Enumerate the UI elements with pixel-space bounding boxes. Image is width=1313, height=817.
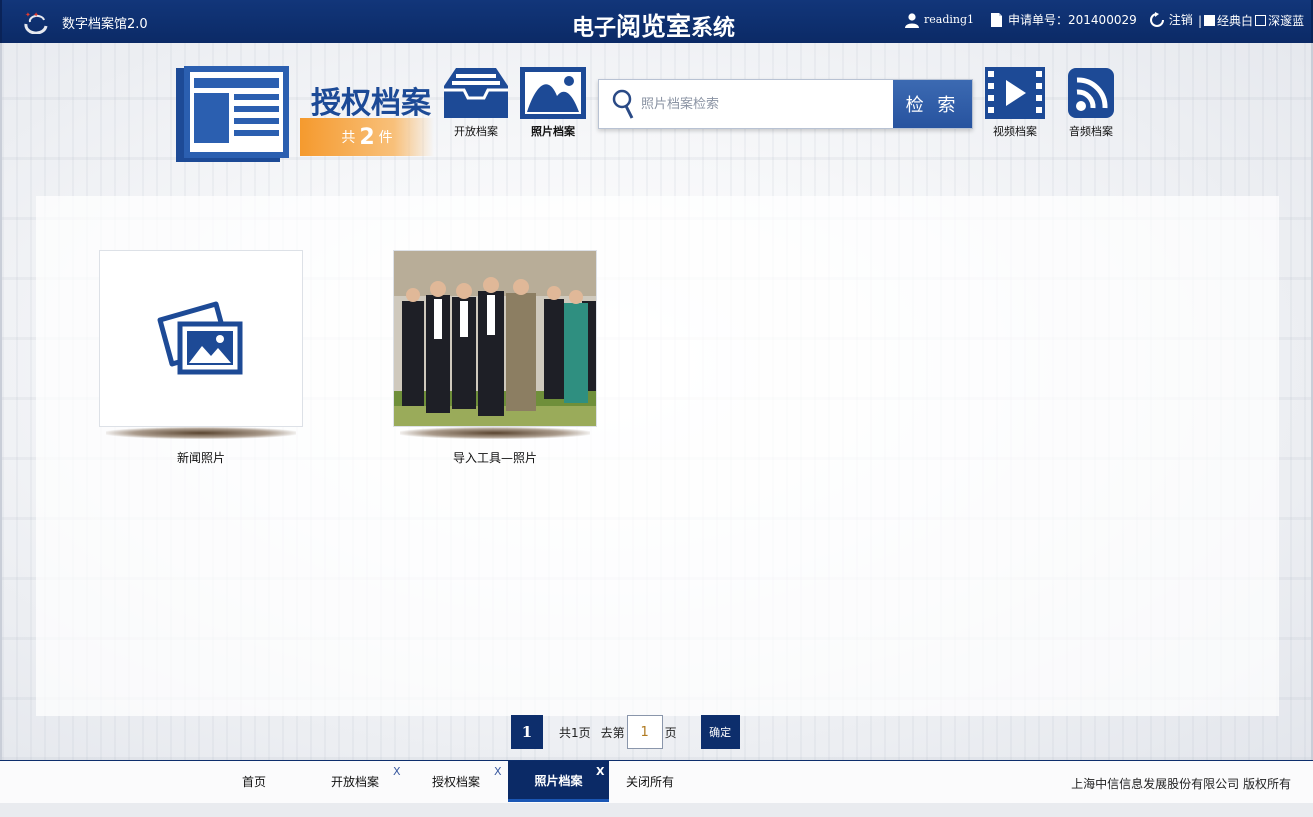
current-page-button[interactable]: 1 xyxy=(511,715,543,749)
card-thumbnail xyxy=(99,250,303,427)
archive-card[interactable]: 导入工具—照片 xyxy=(393,250,597,466)
bottom-tab-bar: 首页 开放档案 X 授权档案 X 照片档案 X 关闭所有 上海中信信息发展股份有… xyxy=(0,760,1313,803)
tab-home[interactable]: 首页 xyxy=(224,761,284,802)
tab-close-all[interactable]: 关闭所有 xyxy=(620,761,680,802)
confirm-button[interactable]: 确定 xyxy=(700,715,740,749)
top-bar: ✦ ✦ 数字档案馆2.0 电子阅览室系统 reading1 申请单号：20140… xyxy=(0,0,1313,43)
tab-open-archives[interactable]: 开放档案 xyxy=(322,761,388,802)
copyright-text: 上海中信信息发展股份有限公司 版权所有 xyxy=(1071,777,1291,791)
count-badge: 共 2 件 xyxy=(300,118,434,156)
system-title-part: 系统 xyxy=(691,16,736,41)
skin-option-white[interactable]: 经典白 xyxy=(1217,12,1253,29)
pagination: 1 共1页 去第 页 确定 xyxy=(511,715,740,749)
search-icon xyxy=(612,89,634,119)
request-number: 申请单号：201400029 xyxy=(1008,13,1137,27)
archive-tray-icon xyxy=(444,68,508,118)
tab-open-archives-close[interactable]: X xyxy=(393,765,401,778)
logout-icon[interactable] xyxy=(1149,11,1165,28)
user-area: reading1 申请单号：201400029 注销 xyxy=(904,11,1193,28)
archive-card[interactable]: 新闻照片 xyxy=(99,250,303,466)
goto-label: 去第 xyxy=(600,725,625,740)
photo-archives-button[interactable]: 照片档案 xyxy=(519,66,587,139)
search-input[interactable] xyxy=(641,90,886,118)
user-icon xyxy=(905,12,919,28)
open-archives-label: 开放档案 xyxy=(454,125,498,138)
card-shadow xyxy=(106,427,296,439)
system-title: 电子阅览室系统 xyxy=(572,7,735,43)
tab-photo-archives[interactable]: 照片档案 xyxy=(508,761,609,802)
logout-link[interactable]: 注销 xyxy=(1169,11,1193,28)
authorized-archive-icon xyxy=(176,66,289,162)
tab-photo-archives-close[interactable]: X xyxy=(596,765,604,778)
video-archives-button[interactable]: 视频档案 xyxy=(984,66,1046,139)
page-suffix: 页 xyxy=(664,725,677,740)
app-logo-icon: ✦ ✦ xyxy=(24,11,48,34)
card-shadow xyxy=(400,427,590,439)
username: reading1 xyxy=(924,13,975,26)
count-prefix: 共 xyxy=(341,130,356,146)
tab-authorized-archives[interactable]: 授权档案 xyxy=(423,761,489,802)
count-suffix: 件 xyxy=(378,130,393,146)
skin-white-swatch[interactable] xyxy=(1204,15,1216,26)
search-bar: 检 索 xyxy=(598,79,973,129)
app-name: 数字档案馆2.0 xyxy=(62,17,148,32)
video-archives-label: 视频档案 xyxy=(993,125,1037,138)
skin-switcher: | 经典白 深邃蓝 xyxy=(1198,12,1304,29)
photo-icon xyxy=(520,67,586,119)
footer-strip xyxy=(0,803,1313,817)
audio-archives-button[interactable]: 音频档案 xyxy=(1066,66,1116,139)
rss-audio-icon xyxy=(1068,68,1114,118)
goto-page-input[interactable] xyxy=(626,715,663,749)
skin-blue-swatch[interactable] xyxy=(1255,15,1267,26)
card-thumbnail xyxy=(393,250,597,427)
count-value: 2 xyxy=(359,124,375,150)
photo-archives-label: 照片档案 xyxy=(531,125,575,138)
system-title-part: 电子 xyxy=(572,16,617,41)
open-archives-button[interactable]: 开放档案 xyxy=(442,66,510,139)
total-pages-text: 共1页 xyxy=(559,725,591,740)
section-title: 授权档案 xyxy=(311,86,431,121)
card-caption[interactable]: 导入工具—照片 xyxy=(393,449,597,466)
document-icon xyxy=(991,12,1003,27)
tab-authorized-archives-close[interactable]: X xyxy=(494,765,502,778)
card-caption[interactable]: 新闻照片 xyxy=(99,449,303,466)
skin-option-blue[interactable]: 深邃蓝 xyxy=(1268,12,1304,29)
group-photo-image xyxy=(394,251,596,426)
svg-text:✦ ✦: ✦ ✦ xyxy=(25,11,39,19)
video-film-icon xyxy=(985,67,1045,119)
search-button[interactable]: 检 索 xyxy=(893,80,972,128)
skin-separator: | xyxy=(1198,13,1203,28)
audio-archives-label: 音频档案 xyxy=(1069,125,1113,138)
photo-gallery-icon xyxy=(157,301,243,374)
system-title-part: 阅览室 xyxy=(616,12,692,41)
